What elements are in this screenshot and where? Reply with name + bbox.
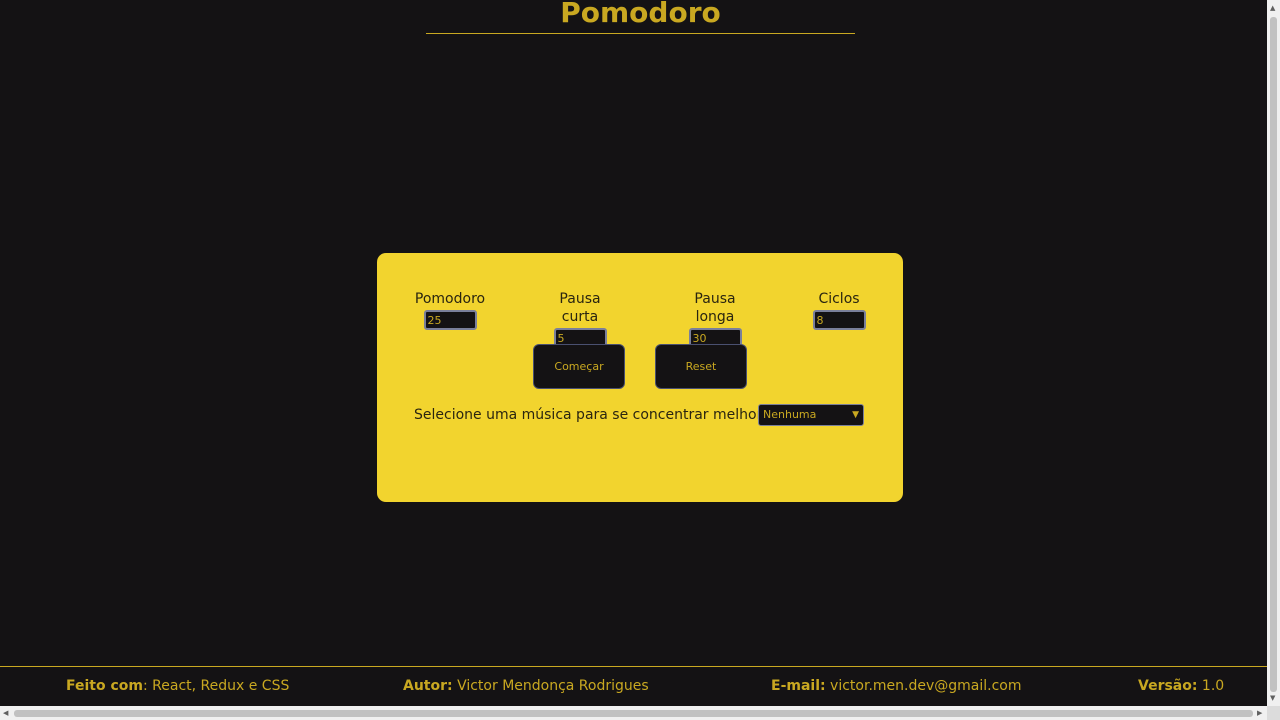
pomodoro-field: Pomodoro xyxy=(414,290,486,330)
pomodoro-label: Pomodoro xyxy=(414,291,486,307)
footer-version-value: 1.0 xyxy=(1197,678,1225,694)
footer-made-with-key: Feito com xyxy=(66,678,143,694)
footer-author-key: Autor: xyxy=(403,678,453,694)
vertical-scrollbar[interactable]: ▲ ▼ xyxy=(1267,0,1280,706)
footer: Feito com: React, Redux e CSS Autor: Vic… xyxy=(0,666,1267,706)
long-break-field: Pausa longa xyxy=(673,290,757,348)
scroll-right-arrow-icon[interactable]: ▶ xyxy=(1257,709,1262,717)
chevron-down-icon: ▼ xyxy=(852,410,859,420)
horizontal-scrollbar[interactable]: ◀ ▶ xyxy=(0,706,1267,720)
vertical-scroll-thumb[interactable] xyxy=(1270,17,1277,692)
pomodoro-settings-card: Pomodoro Pausa curta Pausa longa Ciclos … xyxy=(377,253,903,502)
short-break-label: Pausa curta xyxy=(559,291,601,325)
cycles-input[interactable] xyxy=(812,310,866,330)
scroll-up-arrow-icon[interactable]: ▲ xyxy=(1270,4,1275,12)
scroll-left-arrow-icon[interactable]: ◀ xyxy=(3,709,8,717)
scrollbar-corner xyxy=(1267,706,1280,720)
horizontal-scroll-thumb[interactable] xyxy=(14,710,1253,717)
music-select-label: Selecione uma música para se concentrar … xyxy=(414,407,767,423)
footer-version: Versão: 1.0 xyxy=(1138,678,1224,694)
cycles-field: Ciclos xyxy=(809,290,869,330)
footer-author: Autor: Victor Mendonça Rodrigues xyxy=(403,678,649,694)
page: Pomodoro Pomodoro Pausa curta Pausa long… xyxy=(0,0,1267,706)
scroll-down-arrow-icon[interactable]: ▼ xyxy=(1270,694,1275,702)
music-select-value: Nenhuma xyxy=(763,408,817,421)
start-button[interactable]: Começar xyxy=(533,344,625,389)
footer-author-value: Victor Mendonça Rodrigues xyxy=(452,678,649,694)
reset-button[interactable]: Reset xyxy=(655,344,747,389)
cycles-label: Ciclos xyxy=(818,291,860,307)
footer-made-with-value: : React, Redux e CSS xyxy=(142,678,290,694)
pomodoro-input[interactable] xyxy=(423,310,477,330)
footer-email-key: E-mail: xyxy=(771,678,826,694)
long-break-label: Pausa longa xyxy=(694,291,736,325)
footer-made-with: Feito com: React, Redux e CSS xyxy=(66,678,289,694)
short-break-field: Pausa curta xyxy=(540,290,620,348)
footer-version-key: Versão: xyxy=(1138,678,1198,694)
music-select[interactable]: Nenhuma ▼ xyxy=(758,404,864,426)
footer-email-value[interactable]: victor.men.dev@gmail.com xyxy=(826,678,1021,694)
page-title: Pomodoro xyxy=(426,0,855,34)
footer-email: E-mail: victor.men.dev@gmail.com xyxy=(771,678,1022,694)
